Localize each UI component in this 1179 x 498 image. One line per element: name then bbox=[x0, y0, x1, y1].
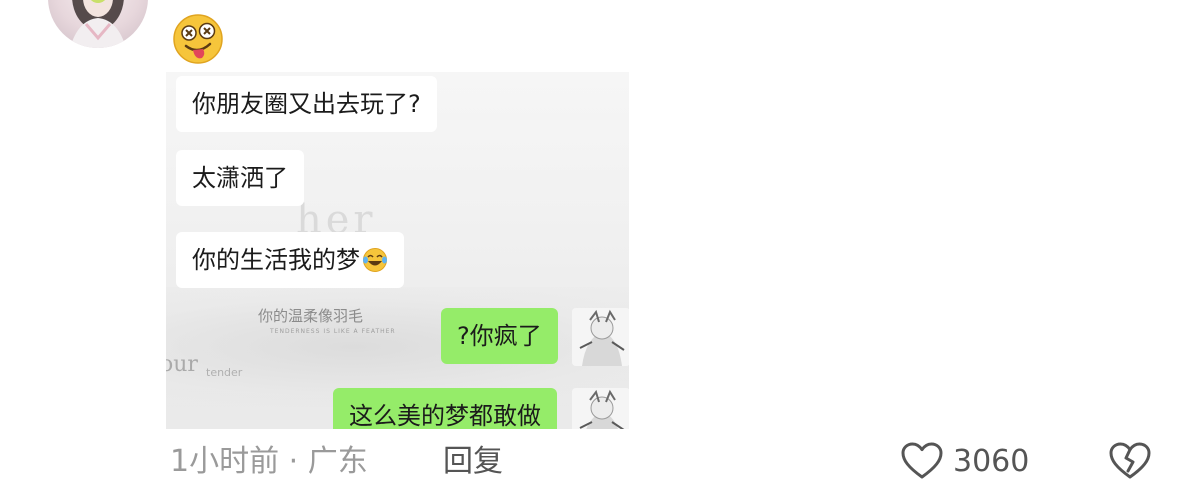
heart-outline-icon[interactable] bbox=[900, 441, 944, 481]
like-count: 3060 bbox=[953, 444, 1030, 479]
message-text: 你的生活我的梦 bbox=[192, 246, 360, 274]
message-bubble-sent: 这么美的梦都敢做 bbox=[333, 388, 557, 429]
meta-separator: · bbox=[288, 444, 299, 479]
message-text: 你朋友圈又出去玩了? bbox=[192, 90, 421, 118]
chat-sender-avatar bbox=[572, 388, 629, 429]
comment-location: 广东 bbox=[307, 444, 368, 479]
message-text: ?你疯了 bbox=[457, 322, 542, 350]
background-text-tiny: TENDERNESS IS LIKE A FEATHER bbox=[270, 328, 396, 335]
background-text-feather: 你的温柔像羽毛 bbox=[258, 307, 364, 325]
background-text-tender: tender bbox=[206, 366, 243, 379]
user-avatar[interactable] bbox=[48, 0, 148, 48]
chat-sender-avatar bbox=[572, 308, 629, 366]
comment-meta: 1小时前 · 广东 bbox=[170, 444, 368, 480]
message-text: 太潇洒了 bbox=[192, 164, 288, 192]
comment-item: her 你的温柔像羽毛 TENDERNESS IS LIKE A FEATHER… bbox=[0, 0, 1179, 498]
message-bubble-received: 太潇洒了 bbox=[176, 150, 304, 206]
tears-of-joy-emoji bbox=[363, 248, 387, 272]
comment-timestamp: 1小时前 bbox=[170, 444, 280, 479]
message-bubble-received: 你朋友圈又出去玩了? bbox=[176, 76, 437, 132]
chat-screenshot-image[interactable]: her 你的温柔像羽毛 TENDERNESS IS LIKE A FEATHER… bbox=[166, 72, 629, 429]
message-bubble-received: 你的生活我的梦 bbox=[176, 232, 404, 288]
reply-button[interactable]: 回复 bbox=[443, 444, 503, 480]
broken-heart-icon[interactable] bbox=[1108, 441, 1152, 481]
message-text: 这么美的梦都敢做 bbox=[349, 402, 541, 429]
zany-face-emoji bbox=[173, 14, 223, 64]
background-text-our: our bbox=[166, 352, 198, 377]
message-bubble-sent: ?你疯了 bbox=[441, 308, 558, 364]
